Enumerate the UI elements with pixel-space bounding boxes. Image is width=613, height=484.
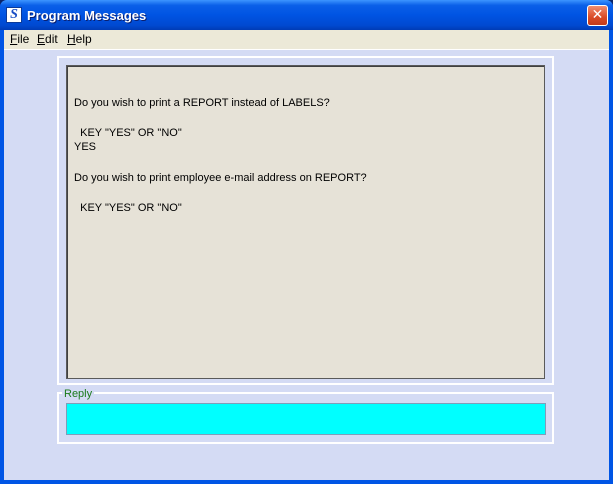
title-bar[interactable]: S Program Messages ✕ [0,0,613,30]
message-line: KEY "YES" OR "NO" [74,127,182,139]
menu-edit[interactable]: Edit [37,33,58,46]
close-icon: ✕ [591,7,604,23]
menu-file[interactable]: File [10,33,29,46]
message-line: YES [74,141,97,153]
reply-label: Reply [62,388,95,401]
reply-input[interactable] [66,403,546,435]
message-line: Do you wish to print a REPORT instead of… [74,97,330,109]
messages-frame: Do you wish to print a REPORT instead of… [57,56,554,385]
message-line: Do you wish to print employee e-mail add… [74,172,367,184]
message-line: KEY "YES" OR "NO" [74,202,182,214]
client-area: File Edit Help Do you wish to print a RE… [4,30,609,480]
app-s-icon[interactable]: S [6,7,22,23]
menu-help[interactable]: Help [67,33,92,46]
close-button[interactable]: ✕ [587,5,608,26]
window-title: Program Messages [27,8,147,23]
menu-bar: File Edit Help [4,30,609,50]
reply-group: Reply [57,388,554,444]
program-messages-window: S Program Messages ✕ File Edit Help Do y… [0,0,613,484]
messages-display[interactable]: Do you wish to print a REPORT instead of… [66,65,545,379]
